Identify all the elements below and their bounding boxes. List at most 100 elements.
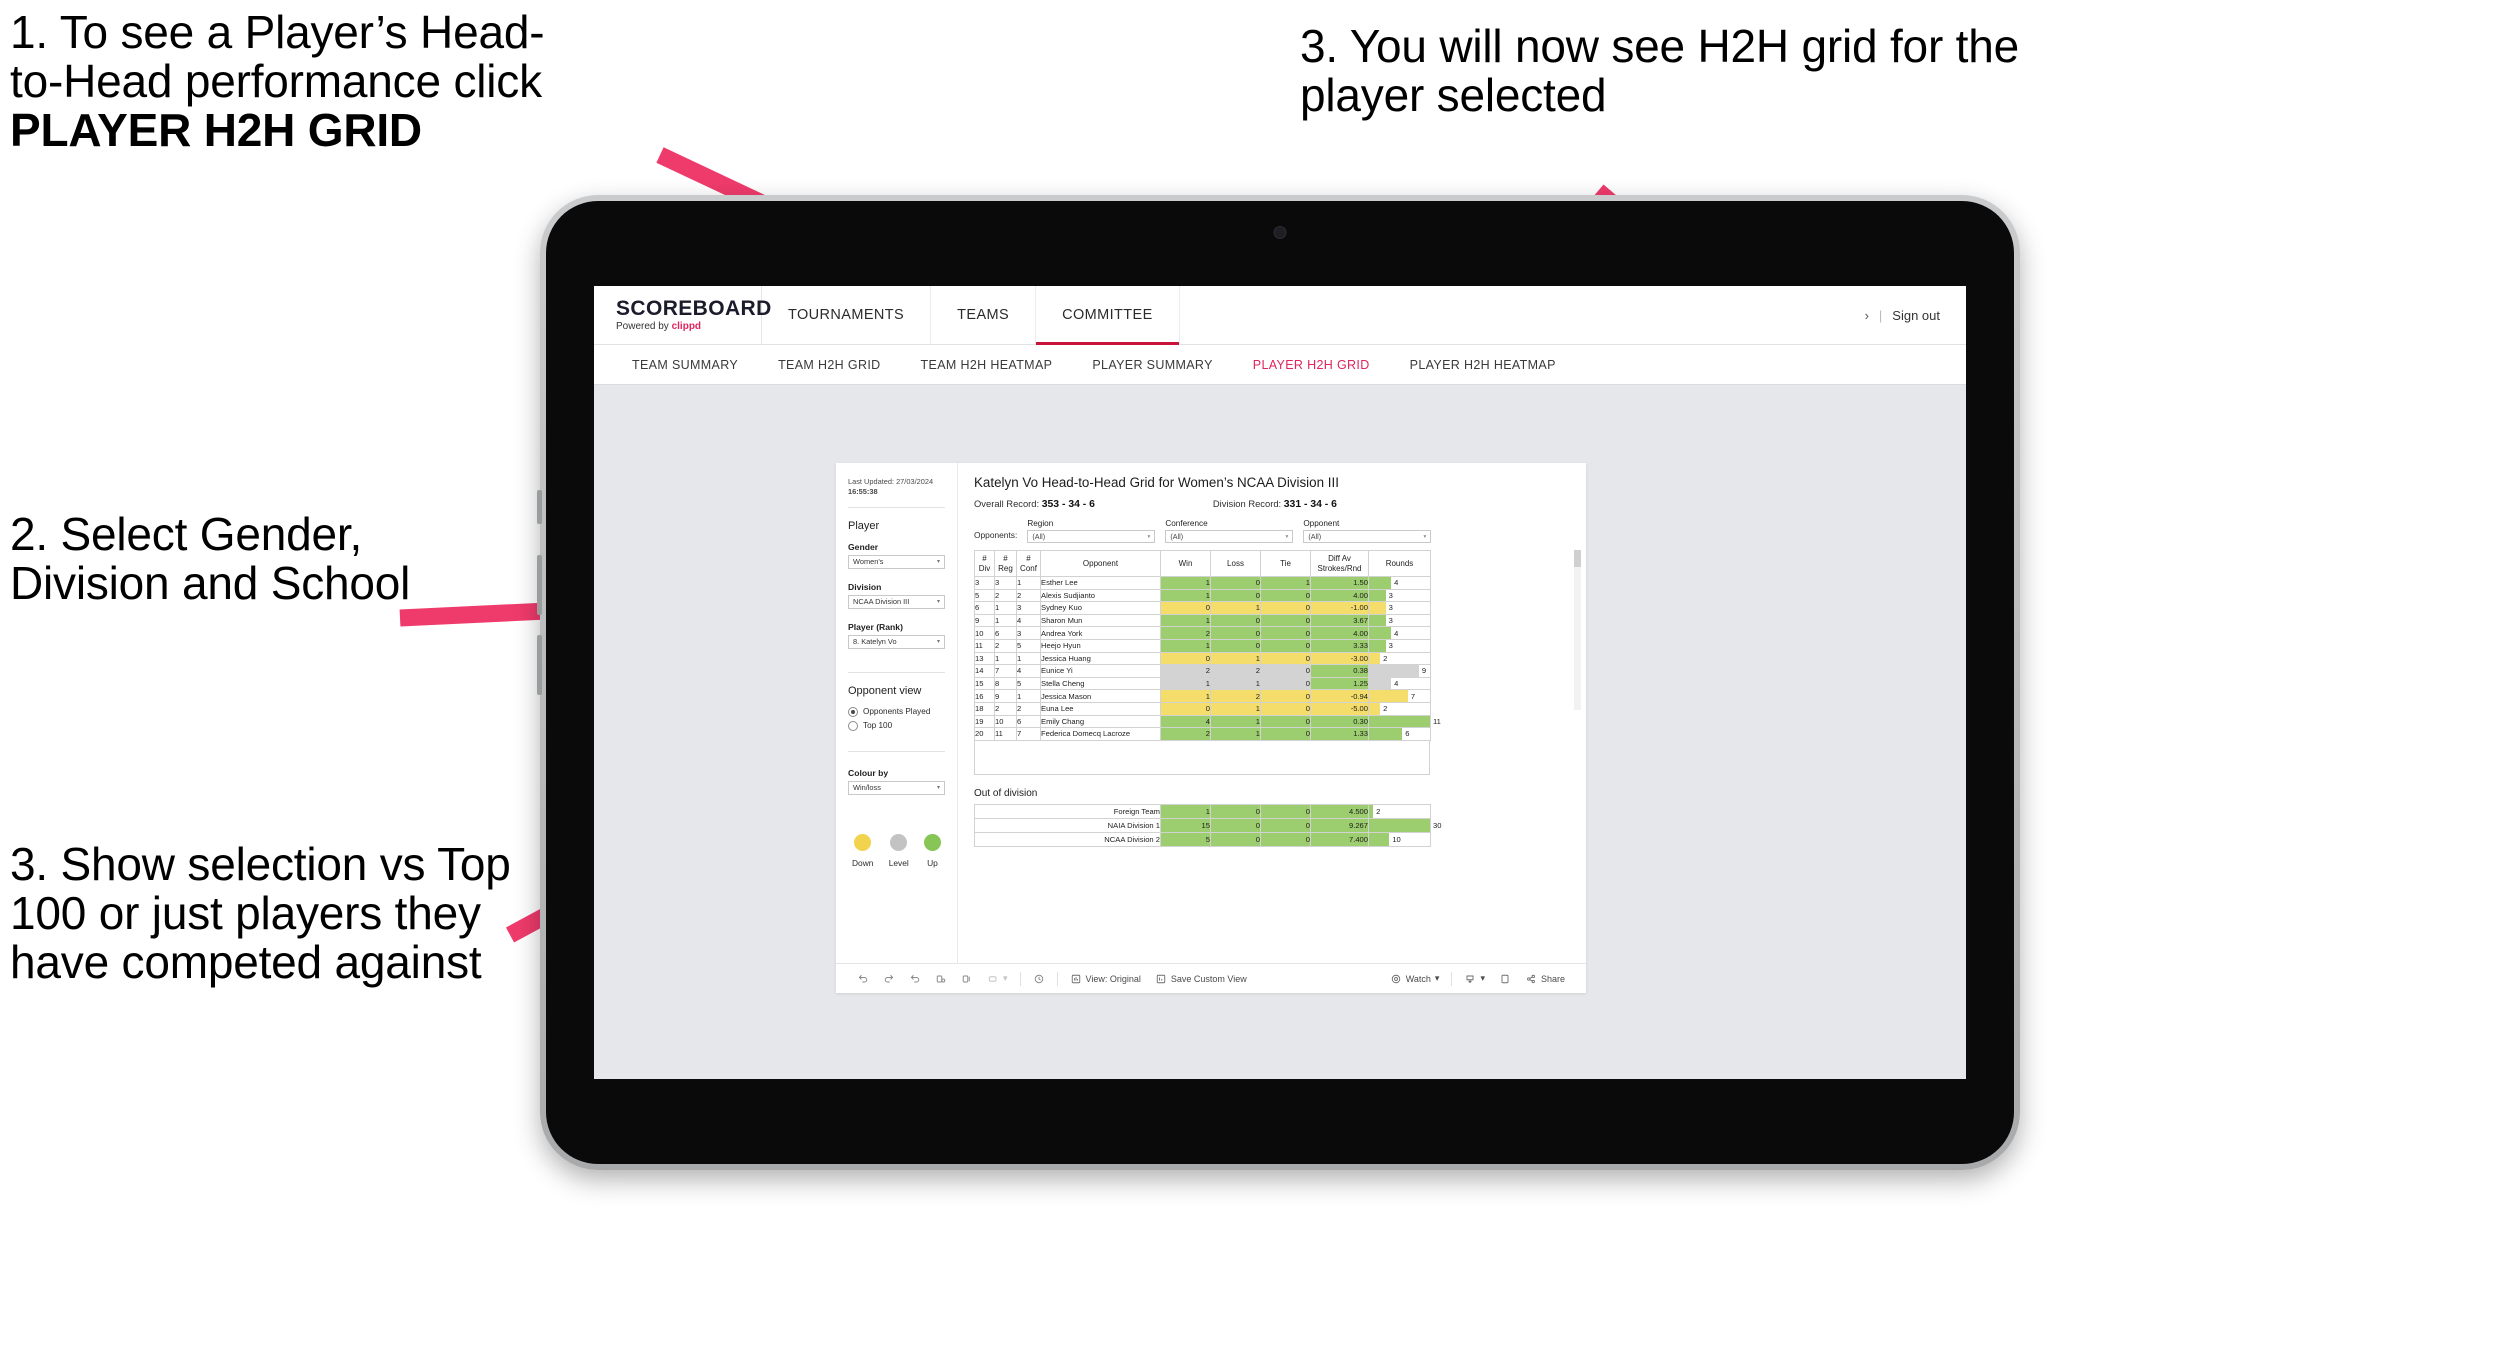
panel-divider-3 bbox=[848, 750, 945, 752]
watch-button[interactable]: Watch ▾ bbox=[1383, 973, 1447, 985]
cell-div: 6 bbox=[974, 601, 995, 615]
rounds-bar bbox=[1369, 833, 1390, 847]
radio-top-100[interactable]: Top 100 bbox=[848, 720, 945, 731]
table-row[interactable]: 6 1 3 Sydney Kuo 0 1 0 -1.00 3 bbox=[974, 601, 1431, 615]
cell-opponent: Eunice Yi bbox=[1040, 664, 1161, 678]
cell-diff: 1.25 bbox=[1310, 676, 1369, 691]
rounds-bar bbox=[1369, 627, 1392, 639]
download-caret: ▾ bbox=[1480, 973, 1485, 983]
tab-player-h2h-grid[interactable]: PLAYER H2H GRID bbox=[1233, 358, 1390, 372]
cell-tie: 0 bbox=[1260, 701, 1311, 716]
table-row[interactable]: NAIA Division 1 15 0 0 9.267 30 bbox=[974, 817, 1441, 834]
rounds-bar bbox=[1369, 577, 1392, 589]
rounds-bar bbox=[1369, 677, 1392, 690]
cell-diff: -5.00 bbox=[1310, 701, 1369, 716]
view-icon bbox=[1070, 973, 1082, 985]
select-colour-by-value: Win/loss bbox=[853, 783, 881, 793]
redo-button[interactable] bbox=[876, 973, 902, 985]
table-row[interactable]: 5 2 2 Alexis Sudjianto 1 0 0 4.00 3 bbox=[974, 588, 1431, 603]
cell-loss: 0 bbox=[1210, 588, 1261, 603]
table-row[interactable]: 9 1 4 Sharon Mun 1 0 0 3.67 3 bbox=[974, 613, 1431, 628]
table-row[interactable]: NCAA Division 2 5 0 0 7.400 10 bbox=[974, 832, 1431, 848]
cell-div: 15 bbox=[974, 676, 995, 691]
cell-win: 4 bbox=[1160, 714, 1211, 729]
pause-updates-button[interactable] bbox=[954, 973, 980, 985]
cell-rounds: 11 bbox=[1368, 714, 1441, 729]
table-row[interactable]: 13 1 1 Jessica Huang 0 1 0 -3.00 2 bbox=[974, 651, 1431, 666]
table-row[interactable]: Foreign Team 1 0 0 4.500 2 bbox=[974, 803, 1431, 819]
cell-loss: 0 bbox=[1210, 576, 1261, 590]
select-gender[interactable]: Women's ▾ bbox=[848, 554, 945, 569]
nav-item-committee[interactable]: COMMITTEE bbox=[1036, 286, 1180, 345]
table-row[interactable]: 15 8 5 Stella Cheng 1 1 0 1.25 4 bbox=[974, 676, 1431, 691]
filter-conference-select[interactable]: (All) ▾ bbox=[1165, 530, 1294, 543]
save-custom-view-button[interactable]: Save Custom View bbox=[1148, 973, 1254, 985]
chevron-right-icon[interactable]: › bbox=[1865, 308, 1869, 323]
rounds-value: 9 bbox=[1421, 666, 1427, 676]
fullscreen-button[interactable] bbox=[1492, 973, 1518, 985]
table-row[interactable]: 10 6 3 Andrea York 2 0 0 4.00 4 bbox=[974, 626, 1431, 640]
download-icon bbox=[1464, 973, 1476, 985]
cell-opponent: Sharon Mun bbox=[1040, 613, 1161, 628]
table-row[interactable]: 16 9 1 Jessica Mason 1 2 0 -0.94 7 bbox=[974, 689, 1431, 703]
tab-team-h2h-grid[interactable]: TEAM H2H GRID bbox=[758, 358, 900, 372]
cell-loss: 2 bbox=[1210, 689, 1261, 703]
rounds-value: 4 bbox=[1394, 578, 1399, 588]
filter-region-select[interactable]: (All) ▾ bbox=[1027, 530, 1156, 543]
cell-diff: -0.94 bbox=[1310, 689, 1369, 703]
cell-rounds: 2 bbox=[1368, 803, 1431, 819]
panel-divider-1 bbox=[848, 506, 945, 508]
refresh-button[interactable] bbox=[928, 973, 954, 985]
table-row[interactable]: 18 2 2 Euna Lee 0 1 0 -5.00 2 bbox=[974, 701, 1431, 716]
scrollbar-thumb[interactable] bbox=[1574, 550, 1581, 567]
cell-diff: 1.33 bbox=[1310, 727, 1369, 741]
watch-icon bbox=[1390, 973, 1402, 985]
table-row[interactable]: 19 10 6 Emily Chang 4 1 0 0.30 11 bbox=[974, 714, 1441, 729]
tab-team-h2h-heatmap[interactable]: TEAM H2H HEATMAP bbox=[901, 358, 1073, 372]
table-row[interactable]: 20 11 7 Federica Domecq Lacroze 2 1 0 1.33 6 bbox=[974, 727, 1431, 741]
watch-label: Watch bbox=[1405, 973, 1431, 984]
revert-button[interactable] bbox=[902, 973, 928, 985]
select-colour-by[interactable]: Win/loss ▾ bbox=[848, 780, 945, 795]
grid-vertical-scrollbar[interactable] bbox=[1574, 550, 1581, 710]
tab-player-summary[interactable]: PLAYER SUMMARY bbox=[1072, 358, 1232, 372]
nav-item-teams[interactable]: TEAMS bbox=[931, 286, 1037, 344]
callout-1-line2: to-Head performance click bbox=[10, 54, 542, 107]
filter-conference-caption: Conference bbox=[1165, 519, 1208, 528]
overall-record-label: Overall Record: bbox=[974, 498, 1040, 509]
filter-opponent-select[interactable]: (All) ▾ bbox=[1303, 530, 1432, 543]
table-row[interactable]: 14 7 4 Eunice Yi 2 2 0 0.38 9 bbox=[974, 664, 1431, 678]
pause-auto-update-button[interactable] bbox=[1026, 973, 1052, 985]
download-button[interactable]: ▾ bbox=[1457, 973, 1492, 985]
primary-nav: TOURNAMENTS TEAMS COMMITTEE bbox=[762, 286, 1180, 345]
col-header-reg: # Reg bbox=[994, 550, 1017, 577]
share-button[interactable]: Share bbox=[1518, 973, 1572, 985]
table-row[interactable]: 11 2 5 Heejo Hyun 1 0 0 3.33 3 bbox=[974, 638, 1431, 653]
nav-item-tournaments[interactable]: TOURNAMENTS bbox=[762, 286, 932, 344]
tablet-device: SCOREBOARD Powered by clippd TOURNAMENTS… bbox=[537, 195, 2020, 1170]
callout-step-3-right: 3. You will now see H2H grid for the pla… bbox=[1300, 20, 2019, 121]
cell-conf: 4 bbox=[1016, 664, 1041, 678]
cell-loss: 1 bbox=[1210, 601, 1261, 615]
cell-loss: 1 bbox=[1210, 727, 1261, 741]
logo-tagline-prefix: Powered by bbox=[616, 321, 669, 332]
cell-tie: 0 bbox=[1260, 613, 1311, 628]
radio-opponents-played[interactable]: Opponents Played bbox=[848, 706, 945, 717]
cell-win: 2 bbox=[1160, 626, 1211, 640]
tab-team-summary[interactable]: TEAM SUMMARY bbox=[612, 358, 758, 372]
cell-diff: 3.67 bbox=[1310, 613, 1369, 628]
view-original-button[interactable]: View: Original bbox=[1063, 973, 1148, 985]
sign-out-link[interactable]: Sign out bbox=[1892, 308, 1940, 323]
cell-div: 19 bbox=[974, 714, 995, 729]
legend-item-up: Up bbox=[923, 833, 941, 868]
cell-div: 11 bbox=[974, 638, 995, 653]
select-division[interactable]: NCAA Division III ▾ bbox=[848, 594, 945, 609]
alerts-button[interactable]: ▾ bbox=[980, 973, 1015, 985]
tab-player-h2h-heatmap[interactable]: PLAYER H2H HEATMAP bbox=[1390, 358, 1576, 372]
select-player-rank[interactable]: 8. Katelyn Vo ▾ bbox=[848, 634, 945, 649]
app-logo[interactable]: SCOREBOARD Powered by clippd bbox=[594, 286, 771, 344]
rounds-value: 10 bbox=[1392, 835, 1401, 845]
table-row[interactable]: 3 3 1 Esther Lee 1 0 1 1.50 4 bbox=[974, 576, 1431, 590]
cell-diff: 0.30 bbox=[1310, 714, 1369, 729]
undo-button[interactable] bbox=[850, 973, 876, 985]
